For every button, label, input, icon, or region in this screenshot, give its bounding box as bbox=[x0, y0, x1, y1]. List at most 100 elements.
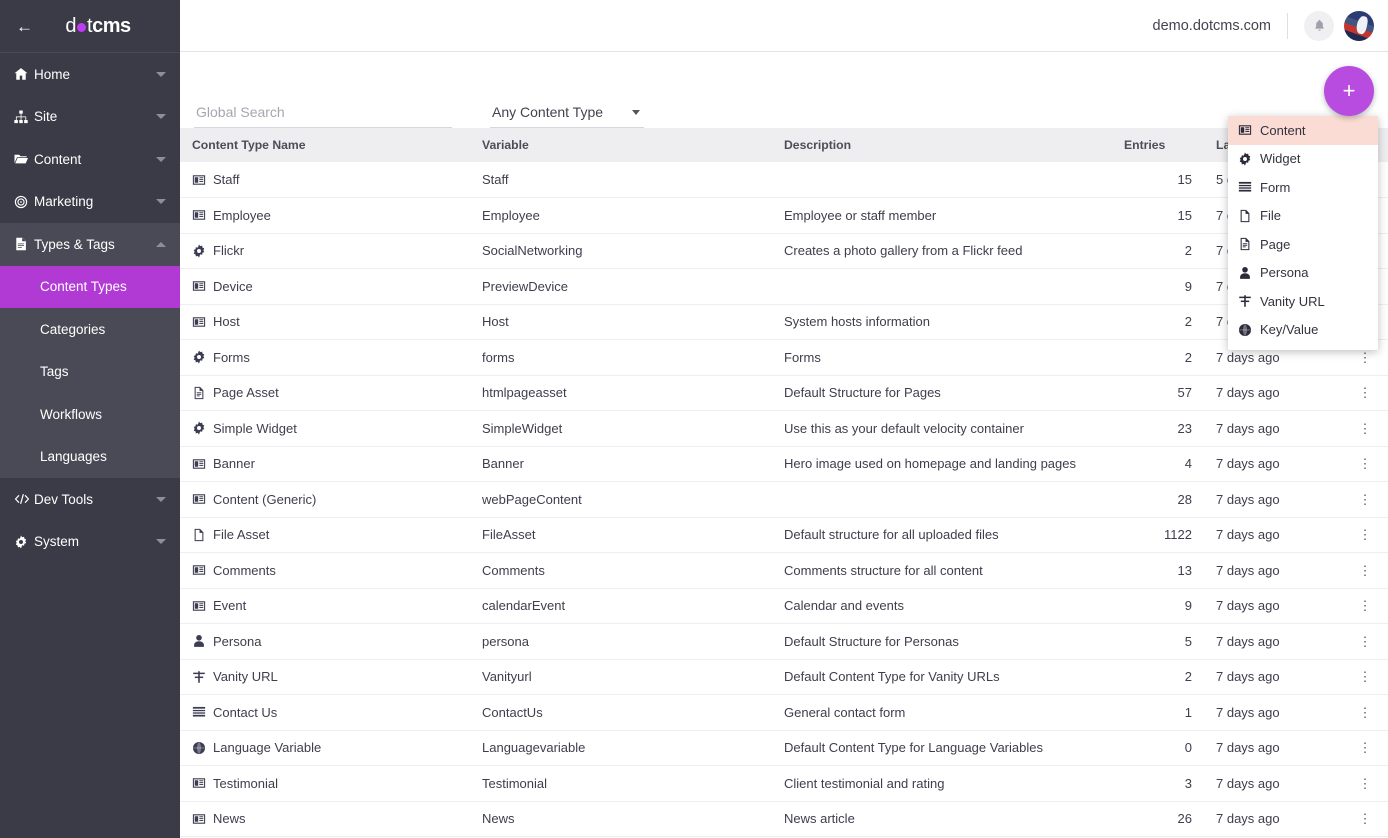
cell-content-type-name[interactable]: Persona bbox=[180, 624, 470, 660]
row-actions-kebab-icon[interactable]: ⋮ bbox=[1359, 705, 1372, 720]
cell-content-type-name[interactable]: Page Asset bbox=[180, 375, 470, 411]
cell-content-type-name[interactable]: Vanity URL bbox=[180, 659, 470, 695]
cell-content-type-name[interactable]: Host bbox=[180, 304, 470, 340]
table-row[interactable]: Content (Generic)webPageContent287 days … bbox=[180, 482, 1388, 518]
row-actions-kebab-icon[interactable]: ⋮ bbox=[1359, 598, 1372, 613]
content-type-filter-select[interactable]: Any Content Type bbox=[490, 104, 644, 128]
add-menu-item-vanity-url[interactable]: Vanity URL bbox=[1228, 287, 1378, 316]
row-actions-kebab-icon[interactable]: ⋮ bbox=[1359, 811, 1372, 826]
table-row[interactable]: FormsformsForms27 days ago⋮ bbox=[180, 340, 1388, 376]
cell-content-type-name[interactable]: Testimonial bbox=[180, 766, 470, 802]
content-type-filter-value: Any Content Type bbox=[492, 104, 603, 120]
table-row[interactable]: EventcalendarEventCalendar and events97 … bbox=[180, 588, 1388, 624]
add-menu-item-key-value[interactable]: Key/Value bbox=[1228, 316, 1378, 345]
cell-content-type-name[interactable]: Banner bbox=[180, 446, 470, 482]
row-actions-kebab-icon[interactable]: ⋮ bbox=[1359, 456, 1372, 471]
row-actions-kebab-icon[interactable]: ⋮ bbox=[1359, 421, 1372, 436]
cell-content-type-name[interactable]: Flickr bbox=[180, 233, 470, 269]
sidebar-label-workflows: Workflows bbox=[40, 407, 102, 422]
add-menu-item-content[interactable]: Content bbox=[1228, 116, 1378, 145]
bell-icon[interactable] bbox=[1304, 11, 1334, 41]
sidebar-item-types-tags[interactable]: Types & Tags bbox=[0, 223, 180, 266]
sidebar-item-workflows[interactable]: Workflows bbox=[0, 393, 180, 436]
cell-actions[interactable]: ⋮ bbox=[1342, 730, 1388, 766]
cell-actions[interactable]: ⋮ bbox=[1342, 411, 1388, 447]
cell-actions[interactable]: ⋮ bbox=[1342, 517, 1388, 553]
row-actions-kebab-icon[interactable]: ⋮ bbox=[1359, 527, 1372, 542]
row-actions-kebab-icon[interactable]: ⋮ bbox=[1359, 350, 1372, 365]
add-menu-item-page[interactable]: Page bbox=[1228, 230, 1378, 259]
sidebar-item-categories[interactable]: Categories bbox=[0, 308, 180, 351]
cell-content-type-name[interactable]: Content (Generic) bbox=[180, 482, 470, 518]
add-content-type-fab[interactable]: + bbox=[1324, 66, 1374, 116]
table-row[interactable]: NewsNewsNews article267 days ago⋮ bbox=[180, 801, 1388, 837]
content-type-name-label: Vanity URL bbox=[213, 669, 278, 684]
column-header-description[interactable]: Description bbox=[772, 128, 1112, 162]
column-header-name[interactable]: Content Type Name bbox=[180, 128, 470, 162]
table-row[interactable]: BannerBannerHero image used on homepage … bbox=[180, 446, 1388, 482]
cell-actions[interactable]: ⋮ bbox=[1342, 695, 1388, 731]
sidebar-item-tags[interactable]: Tags bbox=[0, 351, 180, 394]
cell-actions[interactable]: ⋮ bbox=[1342, 766, 1388, 802]
cell-content-type-name[interactable]: Employee bbox=[180, 198, 470, 234]
table-row[interactable]: FlickrSocialNetworkingCreates a photo ga… bbox=[180, 233, 1388, 269]
sidebar-item-system[interactable]: System bbox=[0, 521, 180, 564]
user-avatar[interactable] bbox=[1344, 11, 1374, 41]
sidebar-item-content[interactable]: Content bbox=[0, 138, 180, 181]
cell-actions[interactable]: ⋮ bbox=[1342, 624, 1388, 660]
sidebar-item-content-types[interactable]: Content Types bbox=[0, 266, 180, 309]
cell-content-type-name[interactable]: File Asset bbox=[180, 517, 470, 553]
table-row[interactable]: TestimonialTestimonialClient testimonial… bbox=[180, 766, 1388, 802]
cell-content-type-name[interactable]: Contact Us bbox=[180, 695, 470, 731]
row-actions-kebab-icon[interactable]: ⋮ bbox=[1359, 492, 1372, 507]
table-row[interactable]: PersonapersonaDefault Structure for Pers… bbox=[180, 624, 1388, 660]
table-row[interactable]: CommentsCommentsComments structure for a… bbox=[180, 553, 1388, 589]
row-actions-kebab-icon[interactable]: ⋮ bbox=[1359, 669, 1372, 684]
sidebar-item-site[interactable]: Site bbox=[0, 96, 180, 139]
cell-actions[interactable]: ⋮ bbox=[1342, 553, 1388, 589]
add-menu-item-file[interactable]: File bbox=[1228, 202, 1378, 231]
cell-content-type-name[interactable]: Forms bbox=[180, 340, 470, 376]
back-arrow-icon[interactable]: ← bbox=[16, 18, 38, 35]
cell-content-type-name[interactable]: News bbox=[180, 801, 470, 837]
cell-last-edited: 7 days ago bbox=[1204, 446, 1342, 482]
table-row[interactable]: HostHostSystem hosts information27 days … bbox=[180, 304, 1388, 340]
table-row[interactable]: Page AssethtmlpageassetDefault Structure… bbox=[180, 375, 1388, 411]
cell-actions[interactable]: ⋮ bbox=[1342, 375, 1388, 411]
table-row[interactable]: Simple WidgetSimpleWidgetUse this as you… bbox=[180, 411, 1388, 447]
cell-actions[interactable]: ⋮ bbox=[1342, 588, 1388, 624]
cell-content-type-name[interactable]: Comments bbox=[180, 553, 470, 589]
column-header-variable[interactable]: Variable bbox=[470, 128, 772, 162]
row-actions-kebab-icon[interactable]: ⋮ bbox=[1359, 385, 1372, 400]
add-menu-item-form[interactable]: Form bbox=[1228, 173, 1378, 202]
content-type-name-label: Persona bbox=[213, 634, 261, 649]
table-row[interactable]: DevicePreviewDevice97 days ago⋮ bbox=[180, 269, 1388, 305]
sidebar-item-home[interactable]: Home bbox=[0, 53, 180, 96]
global-search-input[interactable] bbox=[194, 104, 452, 128]
row-actions-kebab-icon[interactable]: ⋮ bbox=[1359, 740, 1372, 755]
cell-content-type-name[interactable]: Event bbox=[180, 588, 470, 624]
column-header-entries[interactable]: Entries bbox=[1112, 128, 1204, 162]
table-row[interactable]: Language VariableLanguagevariableDefault… bbox=[180, 730, 1388, 766]
table-row[interactable]: File AssetFileAssetDefault structure for… bbox=[180, 517, 1388, 553]
cell-actions[interactable]: ⋮ bbox=[1342, 801, 1388, 837]
sidebar-item-languages[interactable]: Languages bbox=[0, 436, 180, 479]
cell-content-type-name[interactable]: Simple Widget bbox=[180, 411, 470, 447]
add-menu-item-widget[interactable]: Widget bbox=[1228, 145, 1378, 174]
table-row[interactable]: Contact UsContactUsGeneral contact form1… bbox=[180, 695, 1388, 731]
cell-actions[interactable]: ⋮ bbox=[1342, 446, 1388, 482]
cell-content-type-name[interactable]: Staff bbox=[180, 162, 470, 198]
cell-content-type-name[interactable]: Device bbox=[180, 269, 470, 305]
row-actions-kebab-icon[interactable]: ⋮ bbox=[1359, 634, 1372, 649]
table-row[interactable]: EmployeeEmployeeEmployee or staff member… bbox=[180, 198, 1388, 234]
cell-content-type-name[interactable]: Language Variable bbox=[180, 730, 470, 766]
cell-actions[interactable]: ⋮ bbox=[1342, 482, 1388, 518]
cell-actions[interactable]: ⋮ bbox=[1342, 659, 1388, 695]
add-menu-item-persona[interactable]: Persona bbox=[1228, 259, 1378, 288]
sidebar-item-dev-tools[interactable]: Dev Tools bbox=[0, 478, 180, 521]
table-row[interactable]: Vanity URLVanityurlDefault Content Type … bbox=[180, 659, 1388, 695]
row-actions-kebab-icon[interactable]: ⋮ bbox=[1359, 563, 1372, 578]
sidebar-item-marketing[interactable]: Marketing bbox=[0, 181, 180, 224]
table-row[interactable]: StaffStaff155 days ago⋮ bbox=[180, 162, 1388, 198]
row-actions-kebab-icon[interactable]: ⋮ bbox=[1359, 776, 1372, 791]
